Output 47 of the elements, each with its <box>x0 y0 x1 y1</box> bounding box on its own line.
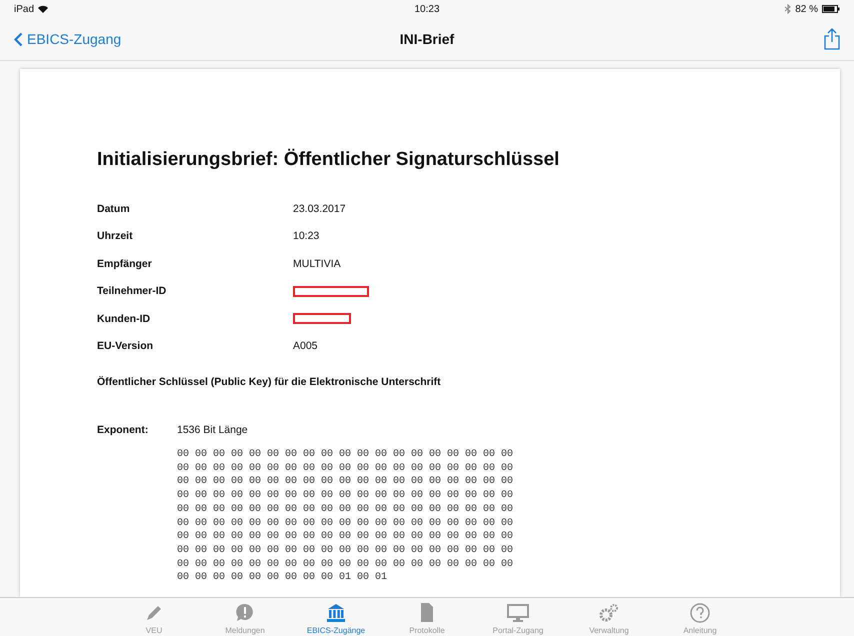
hex-line: 00 00 00 00 00 00 00 00 00 00 00 00 00 00 00 00 00 00 00 <box>177 558 514 572</box>
field-label: Uhrzeit <box>97 230 134 242</box>
nav-title: INI-Brief <box>400 31 454 47</box>
hex-line: 00 00 00 00 00 00 00 00 00 00 00 00 00 00 00 00 00 00 00 <box>177 502 514 517</box>
hex-line: 00 00 00 00 00 00 00 00 00 00 00 00 00 00 00 00 00 00 00 <box>177 544 514 558</box>
device-name: iPad <box>14 4 34 14</box>
exponent-label: Exponent: <box>97 424 150 436</box>
hex-line: 00 00 00 00 00 00 00 00 00 00 00 00 00 00 00 00 00 00 00 <box>177 462 514 476</box>
field-value: A005 <box>293 340 319 352</box>
back-button[interactable]: EBICS-Zugang <box>14 31 154 47</box>
hex-line: 00 00 00 00 00 00 00 00 00 00 00 00 00 00 00 00 00 00 00 <box>177 489 514 503</box>
chevron-left-icon <box>14 32 23 46</box>
tab[interactable]: EBICS-Zugänge <box>290 598 382 636</box>
exponent-value: 1536 Bit Länge <box>177 424 249 436</box>
hex-line: 00 00 00 00 00 00 00 00 00 00 00 00 00 00 00 00 00 00 00 <box>177 448 514 462</box>
field-label: Empfänger <box>97 258 153 270</box>
speech-bubble-icon <box>234 602 256 624</box>
field-value: 10:23 <box>293 230 320 242</box>
field-label: Teilnehmer-ID <box>97 285 168 298</box>
monitor-icon <box>507 602 529 624</box>
hex-line: 00 00 00 00 00 00 00 00 00 00 00 00 00 00 00 00 00 00 00 <box>177 530 514 544</box>
field-label: EU-Version <box>97 340 154 352</box>
help-icon <box>689 602 711 624</box>
tab[interactable]: Portal-Zugang <box>472 598 564 636</box>
bank-icon <box>325 602 347 624</box>
hex-line: 00 00 00 00 00 00 00 00 00 01 00 01 <box>177 571 388 586</box>
redaction-box <box>293 313 351 324</box>
field-label: Datum <box>97 202 131 215</box>
battery-percent: 82 % <box>795 4 818 14</box>
bluetooth-icon <box>785 4 792 14</box>
share-icon[interactable] <box>824 28 840 50</box>
tab[interactable]: Anleitung <box>654 598 746 636</box>
battery-icon <box>822 5 840 13</box>
hex-line: 00 00 00 00 00 00 00 00 00 00 00 00 00 00 00 00 00 00 00 <box>177 475 514 490</box>
gears-icon <box>598 602 620 624</box>
tab[interactable]: Protokolle <box>382 598 472 636</box>
field-value: 23.03.2017 <box>293 202 347 215</box>
wifi-icon <box>38 5 48 13</box>
letter-title: Initialisierungsbrief: Öffentlicher Signaturschlüssel <box>97 149 560 171</box>
clock: 10:23 <box>414 4 440 14</box>
hex-line: 00 00 00 00 00 00 00 00 00 00 00 00 00 00 00 00 00 00 00 <box>177 516 514 530</box>
tab[interactable]: VEU <box>108 598 200 636</box>
tab[interactable]: Verwaltung <box>564 598 654 636</box>
section-heading: Öffentlicher Schlüssel (Public Key) für die Elektronische Unterschrift <box>97 376 442 388</box>
field-label: Kunden-ID <box>97 312 152 325</box>
tab[interactable]: Meldungen <box>200 598 290 636</box>
field-value: MULTIVIA <box>293 258 342 270</box>
